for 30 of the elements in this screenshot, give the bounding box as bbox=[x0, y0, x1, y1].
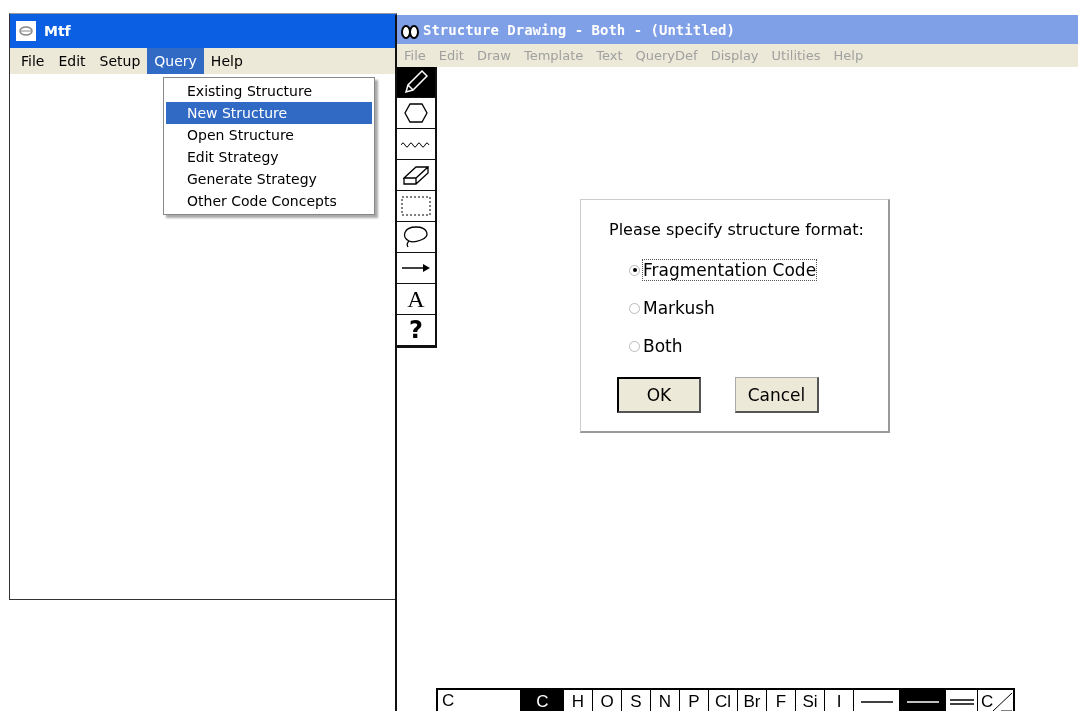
menu-item[interactable]: File bbox=[14, 48, 52, 74]
pencil-icon bbox=[403, 69, 429, 95]
radio-label[interactable]: Fragmentation Code bbox=[643, 260, 817, 280]
double-bond-icon bbox=[949, 697, 974, 706]
menu-item[interactable]: Help bbox=[203, 48, 250, 74]
ok-button[interactable]: OK bbox=[617, 377, 701, 413]
menu-item[interactable]: Edit bbox=[51, 48, 93, 74]
dashed-rectangle-icon bbox=[401, 196, 431, 216]
cancel-button[interactable]: Cancel bbox=[735, 377, 819, 413]
eraser-icon bbox=[403, 165, 429, 185]
dialog-prompt: Please specify structure format: bbox=[609, 220, 865, 239]
double-bond-button[interactable] bbox=[945, 690, 977, 711]
chain-button[interactable]: C bbox=[977, 690, 1013, 711]
wavy-line-icon bbox=[401, 140, 431, 148]
dropdown-item[interactable]: New Structure bbox=[166, 102, 372, 124]
lasso-icon bbox=[401, 225, 431, 249]
single-bond-button[interactable] bbox=[899, 690, 945, 711]
window-title: Structure Drawing - Both - (Untitled) bbox=[423, 21, 735, 38]
window-title: Mtf bbox=[44, 23, 71, 39]
menu-item[interactable]: Query bbox=[147, 48, 204, 74]
element-button[interactable]: C bbox=[521, 690, 563, 711]
single-bond-icon bbox=[860, 699, 893, 704]
menu-item[interactable]: Setup bbox=[92, 48, 148, 74]
arrow-icon bbox=[401, 263, 431, 273]
single-bond-icon bbox=[906, 699, 939, 704]
radio-label[interactable]: Both bbox=[643, 336, 683, 356]
hexagon-icon bbox=[404, 101, 428, 125]
tool-button[interactable] bbox=[397, 67, 435, 98]
app-logo-icon bbox=[16, 21, 36, 41]
radio-label[interactable]: Markush bbox=[643, 298, 715, 318]
